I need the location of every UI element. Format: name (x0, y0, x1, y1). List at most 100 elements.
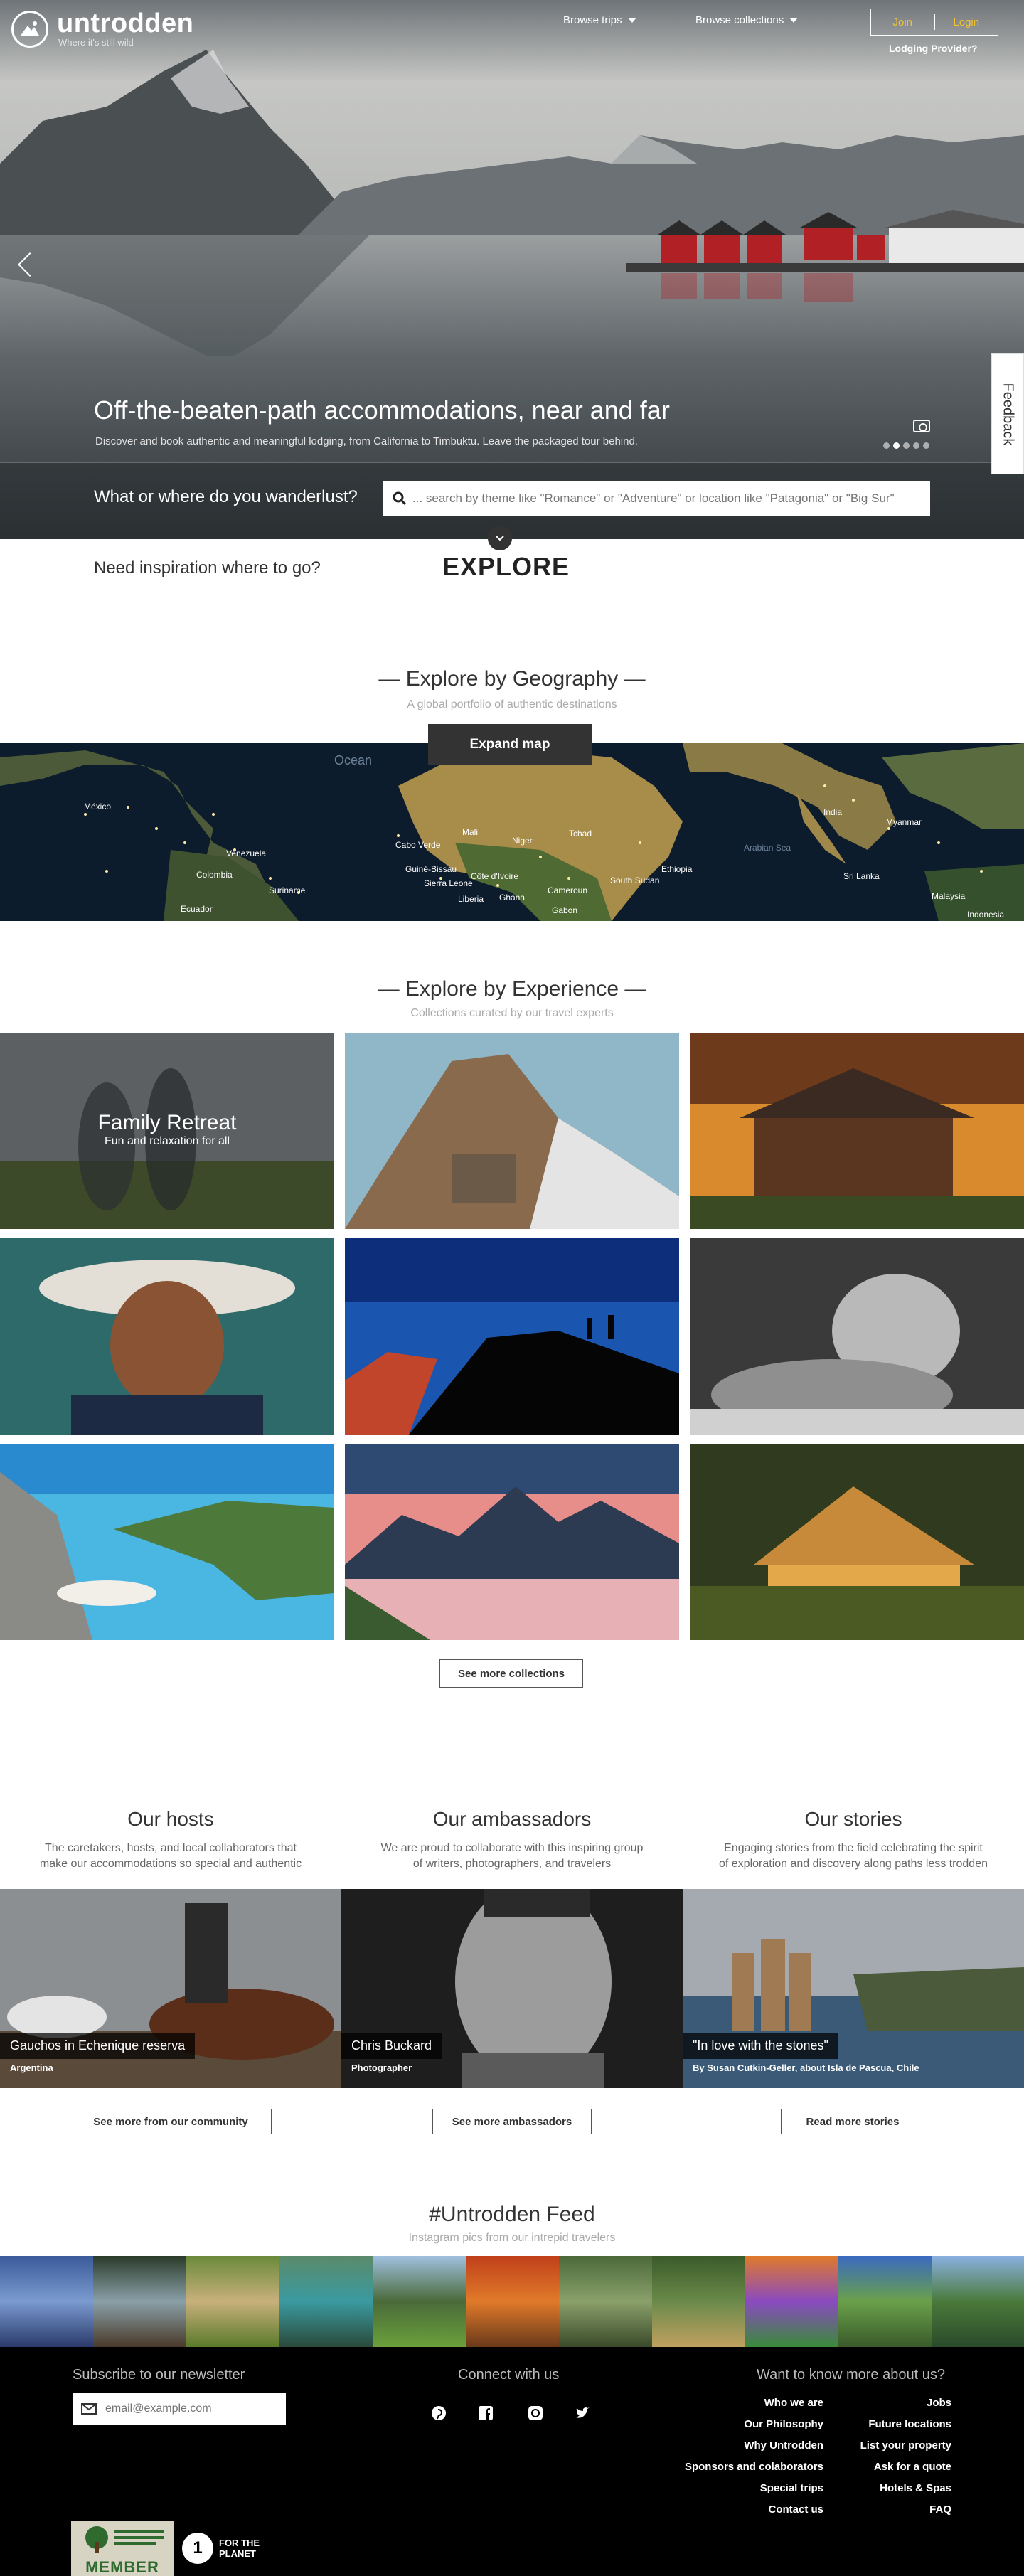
geography-title: — Explore by Geography — (378, 667, 646, 691)
feed-photo[interactable] (559, 2256, 652, 2347)
see-more-community-button[interactable]: See more from our community (70, 2109, 272, 2134)
footer-link-who-we-are[interactable]: Who we are (764, 2397, 823, 2409)
mountain-hut-photo (345, 1033, 679, 1229)
feed-photo[interactable] (186, 2256, 279, 2347)
feed-photo[interactable] (279, 2256, 373, 2347)
experience-title: — Explore by Experience — (378, 977, 646, 1001)
hero-subtitle: Discover and book authentic and meaningf… (95, 435, 638, 447)
map-label: Ecuador (181, 904, 213, 914)
logo[interactable]: untrodden Where it's still wild (11, 10, 193, 48)
map-label: México (84, 802, 112, 811)
search-icon (393, 491, 407, 506)
footer-link-quote[interactable]: Ask for a quote (874, 2461, 951, 2473)
expand-map-button[interactable]: Expand map (428, 724, 592, 765)
top-navigation: untrodden Where it's still wild Browse t… (0, 0, 1024, 64)
host-card[interactable]: Gauchos in Echenique reserva Argentina (0, 1889, 341, 2088)
footer-link-jobs[interactable]: Jobs (927, 2397, 951, 2409)
explore-link[interactable]: EXPLORE (442, 552, 570, 582)
tree-icon (85, 2526, 164, 2553)
collection-tile[interactable] (345, 1238, 679, 1435)
footer-link-hotels[interactable]: Hotels & Spas (880, 2482, 951, 2494)
feed-photo[interactable] (373, 2256, 466, 2347)
collection-tile[interactable]: Family Retreat Fun and relaxation for al… (0, 1033, 334, 1229)
collection-title: Family Retreat (97, 1111, 237, 1134)
camera-icon[interactable] (913, 420, 930, 432)
search-question: What or where do you wanderlust? (94, 487, 358, 506)
login-button[interactable]: Login (935, 16, 998, 28)
hero-title: Off-the-beaten-path accommodations, near… (94, 395, 670, 425)
email-input[interactable] (105, 2395, 276, 2423)
story-byline: By Susan Cutkin-Geller, about Isla de Pa… (693, 2063, 919, 2073)
read-more-stories-button[interactable]: Read more stories (781, 2109, 924, 2134)
carousel-dot[interactable] (903, 442, 910, 449)
footer-link-list-property[interactable]: List your property (860, 2439, 951, 2452)
footer-link-special-trips[interactable]: Special trips (760, 2482, 823, 2494)
carousel-dot[interactable] (913, 442, 919, 449)
feed-photo[interactable] (745, 2256, 838, 2347)
collection-tile[interactable] (0, 1444, 334, 1640)
facebook-icon[interactable] (478, 2405, 494, 2421)
browse-collections-menu[interactable]: Browse collections (695, 14, 799, 26)
feed-photo[interactable] (466, 2256, 559, 2347)
chevron-down-icon (627, 18, 636, 23)
beach-cove-photo (0, 1444, 334, 1640)
collection-tile[interactable] (345, 1444, 679, 1640)
feed-subtitle: Instagram pics from our intrepid travele… (408, 2232, 616, 2244)
collection-tile[interactable] (690, 1033, 1024, 1229)
carousel-dot[interactable] (893, 442, 900, 449)
ambassador-name: Chris Buckard (341, 2033, 442, 2059)
footer-link-contact[interactable]: Contact us (768, 2503, 823, 2516)
newsletter-field[interactable] (73, 2393, 286, 2425)
search-input[interactable] (412, 484, 910, 513)
world-map[interactable]: Ocean México Venezuela Colombia Suriname… (0, 743, 1024, 921)
one-percent-planet-badge[interactable]: 1 FOR THE PLANET (182, 2530, 303, 2566)
footer: Subscribe to our newsletter Connect with… (0, 2347, 1024, 2576)
carousel-dot[interactable] (883, 442, 890, 449)
brand-tagline: Where it's still wild (58, 37, 134, 48)
feed-photo[interactable] (93, 2256, 186, 2347)
feed-photo[interactable] (932, 2256, 1024, 2347)
chevron-down-icon (789, 18, 799, 23)
ambassadors-desc-line1: We are proud to collaborate with this in… (380, 1842, 644, 1854)
see-more-ambassadors-button[interactable]: See more ambassadors (432, 2109, 592, 2134)
ambassador-card[interactable]: Chris Buckard Photographer (341, 1889, 683, 2088)
scroll-down-button[interactable] (488, 526, 512, 550)
collection-tile[interactable] (690, 1444, 1024, 1640)
map-label: Tchad (569, 829, 592, 839)
inspiration-text: Need inspiration where to go? (94, 558, 321, 578)
collection-tile[interactable] (690, 1238, 1024, 1435)
auth-box: Join Login (870, 9, 998, 36)
collection-tile[interactable] (345, 1033, 679, 1229)
feedback-tab[interactable]: Feedback (991, 353, 1024, 474)
join-button[interactable]: Join (871, 16, 934, 28)
map-label: India (823, 807, 843, 817)
footer-link-sponsors[interactable]: Sponsors and colaborators (685, 2461, 823, 2473)
see-more-collections-button[interactable]: See more collections (439, 1659, 583, 1688)
map-label: Suriname (269, 885, 306, 895)
twitter-icon[interactable] (575, 2405, 590, 2421)
ecotourism-member-badge[interactable]: MEMBER (71, 2521, 174, 2576)
footer-link-philosophy[interactable]: Our Philosophy (744, 2418, 823, 2430)
brand-name: untrodden (57, 9, 194, 38)
hosts-desc-line2: make our accommodations so special and a… (39, 1858, 302, 1870)
pinterest-icon[interactable] (431, 2405, 447, 2421)
geography-subtitle: A global portfolio of authentic destinat… (407, 698, 617, 710)
footer-link-future-locations[interactable]: Future locations (868, 2418, 951, 2430)
story-card[interactable]: "In love with the stones" By Susan Cutki… (683, 1889, 1024, 2088)
instagram-icon[interactable] (528, 2405, 543, 2421)
feed-photo[interactable] (652, 2256, 745, 2347)
collection-tile[interactable] (0, 1238, 334, 1435)
footer-link-why-untrodden[interactable]: Why Untrodden (744, 2439, 823, 2452)
carousel-dot[interactable] (923, 442, 929, 449)
search-field[interactable] (383, 481, 930, 516)
hosts-desc-line1: The caretakers, hosts, and local collabo… (45, 1842, 297, 1854)
map-label: Ghana (499, 893, 526, 903)
ambassadors-desc-line2: of writers, photographers, and travelers (412, 1858, 612, 1870)
newsletter-heading: Subscribe to our newsletter (73, 2367, 245, 2383)
feed-photo[interactable] (0, 2256, 93, 2347)
feed-photo[interactable] (838, 2256, 932, 2347)
browse-trips-menu[interactable]: Browse trips (563, 14, 636, 26)
map-label: Liberia (458, 894, 484, 904)
footer-link-faq[interactable]: FAQ (929, 2503, 951, 2516)
lodging-provider-link[interactable]: Lodging Provider? (889, 43, 977, 54)
